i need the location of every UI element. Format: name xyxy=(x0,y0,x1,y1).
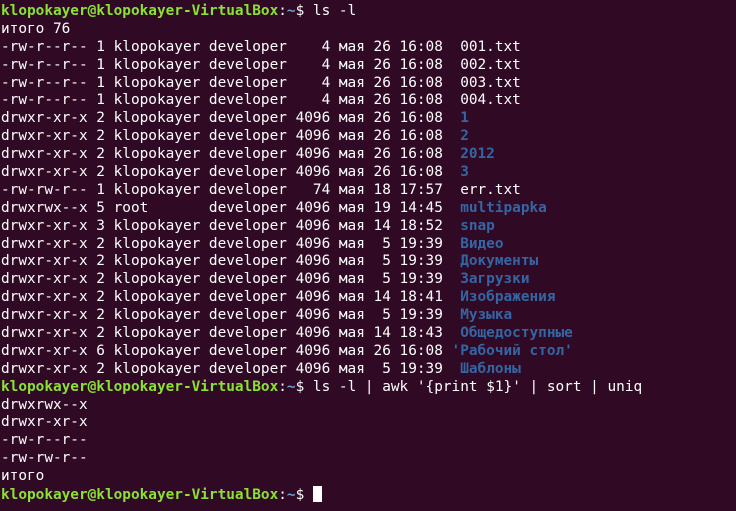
prompt-separator: : xyxy=(278,3,287,19)
ls-row-meta: drwxr-xr-x 3 klopokayer developer 4096 м… xyxy=(1,217,461,234)
directory-name: 3 xyxy=(460,164,469,181)
ls-row-meta: drwxr-xr-x 2 klopokayer developer 4096 м… xyxy=(1,325,461,342)
prompt-separator: : xyxy=(278,487,287,504)
ls-row-meta: drwxr-xr-x 2 klopokayer developer 4096 м… xyxy=(1,128,461,145)
ls-row: -rw-rw-r-- 1 klopokayer developer 74 мая… xyxy=(1,182,736,200)
prompt-user-host: klopokayer@klopokayer-VirtualBox xyxy=(1,378,279,395)
ls-row-meta: -rw-rw-r-- 1 klopokayer developer 74 мая… xyxy=(1,181,461,198)
file-name: err.txt xyxy=(460,181,521,198)
ls-row: drwxr-xr-x 2 klopokayer developer 4096 м… xyxy=(1,253,736,271)
prompt-path: ~ xyxy=(286,487,296,504)
ls-row: drwxrwx--x 5 root developer 4096 мая 19 … xyxy=(1,200,736,218)
ls-row-meta: drwxr-xr-x 2 klopokayer developer 4096 м… xyxy=(1,110,461,127)
ls-row-meta: drwxr-xr-x 2 klopokayer developer 4096 м… xyxy=(1,360,461,377)
ls-row: drwxr-xr-x 6 klopokayer developer 4096 м… xyxy=(1,343,736,361)
command-text: ls -l xyxy=(312,3,357,19)
terminal-window[interactable]: klopokayer@klopokayer-VirtualBox:~$ ls -… xyxy=(0,0,736,511)
ls-row: -rw-r--r-- 1 klopokayer developer 4 мая … xyxy=(1,39,736,57)
ls-row-meta: -rw-r--r-- 1 klopokayer developer 4 мая … xyxy=(1,56,461,73)
ls-row: drwxr-xr-x 2 klopokayer developer 4096 м… xyxy=(1,307,736,325)
ls-row: drwxr-xr-x 2 klopokayer developer 4096 м… xyxy=(1,110,736,128)
directory-name: Документы xyxy=(460,253,539,270)
uniq-output: drwxrwx--x drwxr-xr-x -rw-r--r-- -rw-rw-r--… xyxy=(1,397,736,486)
ls-row: drwxr-xr-x 2 klopokayer developer 4096 м… xyxy=(1,289,736,307)
directory-name: 2 xyxy=(460,128,469,145)
prompt-line: klopokayer@klopokayer-VirtualBox:~$ ls -… xyxy=(1,379,736,397)
ls-row: drwxr-xr-x 2 klopokayer developer 4096 м… xyxy=(1,146,736,164)
command-text: ls -l | awk '{print $1}' | sort | uniq xyxy=(312,378,643,395)
ls-row: -rw-r--r-- 1 klopokayer developer 4 мая … xyxy=(1,57,736,75)
prompt-path: ~ xyxy=(286,3,296,19)
ls-row-meta: drwxr-xr-x 2 klopokayer developer 4096 м… xyxy=(1,146,461,163)
prompt-symbol: $ xyxy=(295,487,313,504)
ls-row-meta: drwxr-xr-x 2 klopokayer developer 4096 м… xyxy=(1,271,461,288)
uniq-output-line: drwxr-xr-x xyxy=(1,414,88,431)
ls-row: -rw-r--r-- 1 klopokayer developer 4 мая … xyxy=(1,92,736,110)
ls-row-meta: -rw-r--r-- 1 klopokayer developer 4 мая … xyxy=(1,74,461,91)
ls-row-meta: drwxr-xr-x 2 klopokayer developer 4096 м… xyxy=(1,235,461,252)
text-cursor[interactable] xyxy=(312,486,322,503)
uniq-output-line: -rw-r--r-- xyxy=(1,432,88,449)
ls-row: drwxr-xr-x 3 klopokayer developer 4096 м… xyxy=(1,218,736,236)
directory-name: multipapka xyxy=(460,199,547,216)
ls-row: drwxr-xr-x 2 klopokayer developer 4096 м… xyxy=(1,361,736,379)
prompt-symbol: $ xyxy=(295,378,313,395)
directory-name: Изображения xyxy=(460,289,556,306)
uniq-output-line: итого xyxy=(1,468,45,485)
directory-name: Шаблоны xyxy=(460,360,521,377)
prompt-path: ~ xyxy=(286,378,296,395)
directory-name: snap xyxy=(460,217,495,234)
directory-name: Загрузки xyxy=(460,271,530,288)
file-name: 003.txt xyxy=(460,74,521,91)
ls-row-meta: drwxr-xr-x 2 klopokayer developer 4096 м… xyxy=(1,289,461,306)
prompt-user-host: klopokayer@klopokayer-VirtualBox xyxy=(1,3,279,19)
ls-row: -rw-r--r-- 1 klopokayer developer 4 мая … xyxy=(1,75,736,93)
file-name: 002.txt xyxy=(460,56,521,73)
ls-row: drwxr-xr-x 2 klopokayer developer 4096 м… xyxy=(1,325,736,343)
directory-name: Общедоступные xyxy=(460,325,573,342)
ls-row-meta: drwxr-xr-x 2 klopokayer developer 4096 м… xyxy=(1,253,461,270)
ls-total-line: итого 76 xyxy=(1,20,71,37)
directory-name: Музыка xyxy=(460,307,513,324)
directory-name: 1 xyxy=(460,110,469,127)
uniq-output-line: -rw-rw-r-- xyxy=(1,450,88,467)
ls-output: -rw-r--r-- 1 klopokayer developer 4 мая … xyxy=(1,39,736,379)
file-name: 001.txt xyxy=(460,38,521,55)
prompt-separator: : xyxy=(278,378,287,395)
ls-row: drwxr-xr-x 2 klopokayer developer 4096 м… xyxy=(1,164,736,182)
ls-row-meta: drwxr-xr-x 6 klopokayer developer 4096 м… xyxy=(1,342,452,359)
directory-name: 2012 xyxy=(460,146,495,163)
prompt-line-active[interactable]: klopokayer@klopokayer-VirtualBox:~$ xyxy=(1,486,736,504)
directory-name: Видео xyxy=(460,235,504,252)
ls-row: drwxr-xr-x 2 klopokayer developer 4096 м… xyxy=(1,128,736,146)
ls-row-meta: drwxrwx--x 5 root developer 4096 мая 19 … xyxy=(1,199,461,216)
prompt-symbol: $ xyxy=(295,3,313,19)
ls-row: drwxr-xr-x 2 klopokayer developer 4096 м… xyxy=(1,236,736,254)
ls-row-meta: drwxr-xr-x 2 klopokayer developer 4096 м… xyxy=(1,164,461,181)
prompt-line: klopokayer@klopokayer-VirtualBox:~$ ls -… xyxy=(1,3,736,21)
ls-row-meta: -rw-r--r-- 1 klopokayer developer 4 мая … xyxy=(1,92,461,109)
ls-row: drwxr-xr-x 2 klopokayer developer 4096 м… xyxy=(1,271,736,289)
directory-name: 'Рабочий стол' xyxy=(451,342,573,359)
prompt-user-host: klopokayer@klopokayer-VirtualBox xyxy=(1,487,279,504)
file-name: 004.txt xyxy=(460,92,521,109)
ls-row-meta: drwxr-xr-x 2 klopokayer developer 4096 м… xyxy=(1,307,461,324)
ls-row-meta: -rw-r--r-- 1 klopokayer developer 4 мая … xyxy=(1,38,461,55)
uniq-output-line: drwxrwx--x xyxy=(1,396,88,413)
